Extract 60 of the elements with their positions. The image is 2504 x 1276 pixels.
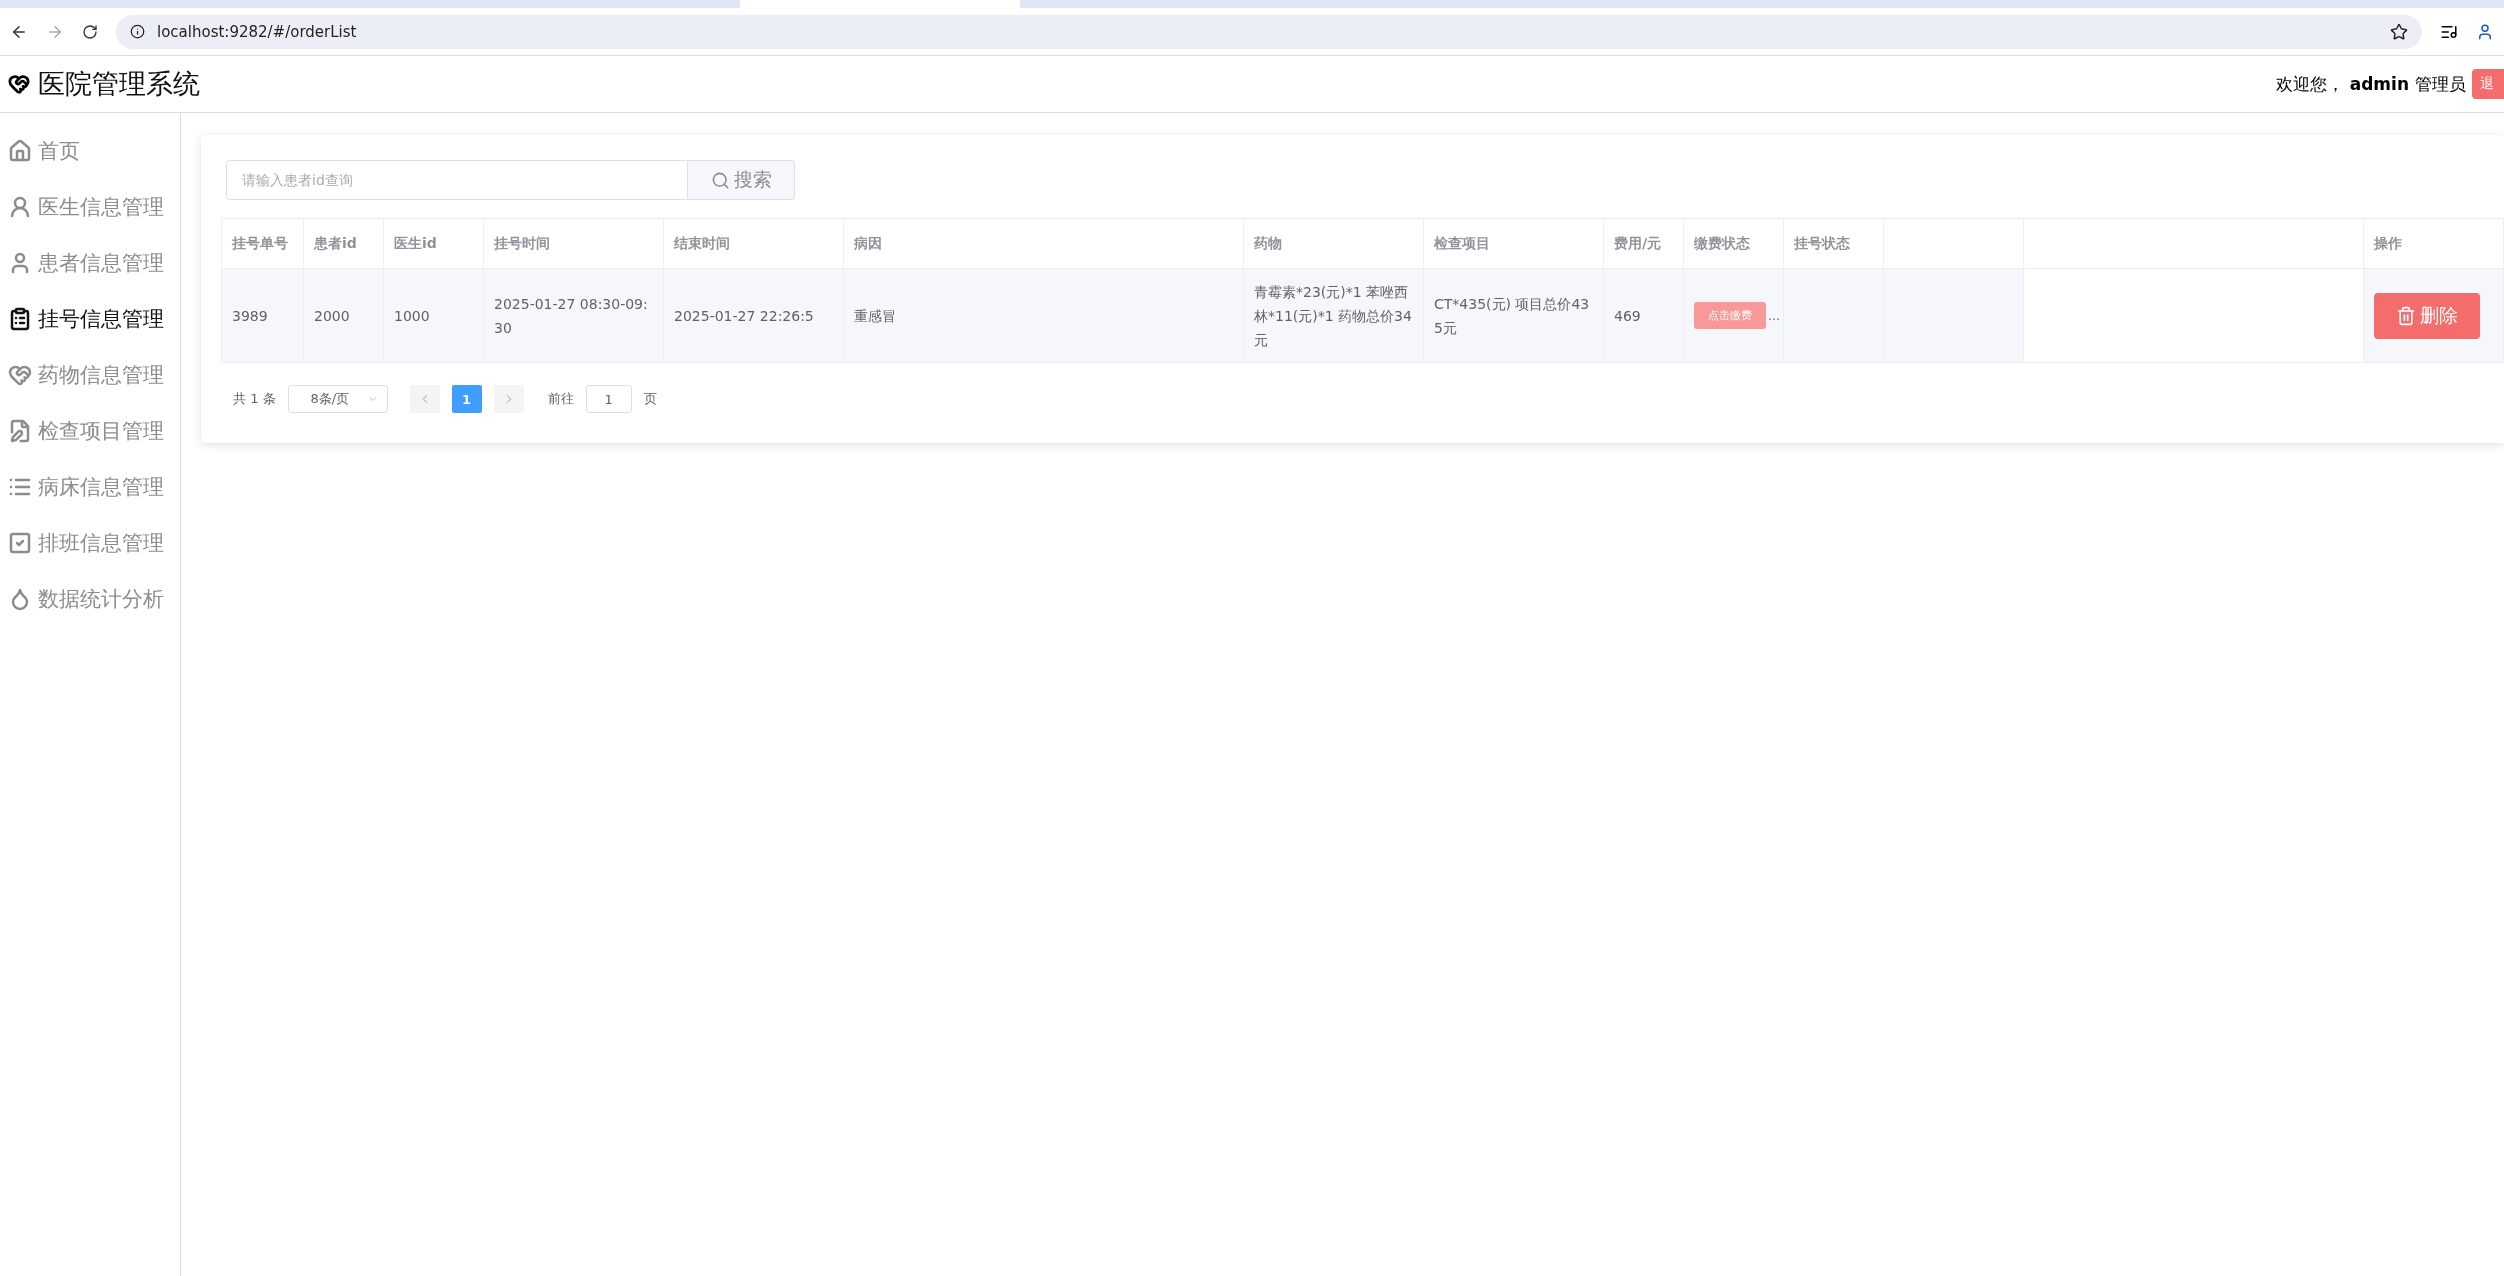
table-cell: CT*435(元) 项目总价435元 xyxy=(1424,269,1604,363)
page-size-select[interactable]: 8条/页 xyxy=(287,385,388,413)
search-field[interactable]: 请输入患者id查询 xyxy=(226,160,688,200)
user-role: 管理员 xyxy=(2415,72,2466,96)
table-cell: 2025-01-27 08:30-09:30 xyxy=(484,269,664,363)
column-header: 挂号时间 xyxy=(484,219,664,269)
url-text: localhost:9282/#/orderList xyxy=(157,22,357,41)
welcome-text: 欢迎您， xyxy=(2275,72,2344,96)
pay-button[interactable]: 点击缴费 xyxy=(1694,302,1766,329)
column-header: 检查项目 xyxy=(1424,219,1604,269)
app-title: 医院管理系统 xyxy=(38,67,200,101)
address-bar[interactable]: localhost:9282/#/orderList xyxy=(116,14,2422,49)
overflow-text: … xyxy=(1768,308,1780,323)
column-header: 挂号单号 xyxy=(222,219,304,269)
column-header: 操作 xyxy=(2364,219,2504,269)
trash-icon xyxy=(2396,305,2416,326)
goto-label: 前往 xyxy=(547,390,574,408)
page-input[interactable]: 1 xyxy=(585,385,632,413)
table-cell: 3989 xyxy=(222,269,304,363)
logo-icon xyxy=(8,73,30,95)
star-icon[interactable] xyxy=(2390,22,2408,41)
sidebar-item[interactable]: 数据统计分析 xyxy=(0,571,180,627)
delete-button[interactable]: 删除 xyxy=(2374,292,2480,339)
person-icon xyxy=(8,195,32,219)
reload-icon[interactable] xyxy=(82,23,98,40)
table-cell: 2000 xyxy=(304,269,384,363)
column-header: 医生id xyxy=(384,219,484,269)
table-cell: 青霉素*23(元)*1 苯唑西林*11(元)*1 药物总价34元 xyxy=(1244,269,1424,363)
search-button[interactable]: 搜索 xyxy=(688,160,795,200)
column-header: 缴费状态 xyxy=(1684,219,1784,269)
column-header: 患者id xyxy=(304,219,384,269)
total-count: 共 1 条 xyxy=(233,390,276,408)
user-name: admin xyxy=(2349,74,2409,94)
sidebar-item[interactable]: 病床信息管理 xyxy=(0,459,180,515)
column-header: 药物 xyxy=(1244,219,1424,269)
column-header: 病因 xyxy=(844,219,1244,269)
page-button[interactable]: 1 xyxy=(451,385,482,413)
profile-icon[interactable] xyxy=(2476,22,2494,41)
column-header: 挂号状态 xyxy=(1784,219,1884,269)
sidebar-item[interactable]: 首页 xyxy=(0,123,180,179)
clipboard-icon xyxy=(8,307,32,331)
sidebar-item[interactable]: 患者信息管理 xyxy=(0,235,180,291)
sidebar-item[interactable]: 排班信息管理 xyxy=(0,515,180,571)
checkbox-icon xyxy=(8,531,32,555)
sidebar-item[interactable]: 医生信息管理 xyxy=(0,179,180,235)
table-cell: 469 xyxy=(1604,269,1684,363)
column-header: 结束时间 xyxy=(664,219,844,269)
column-header: 费用/元 xyxy=(1604,219,1684,269)
page-unit: 页 xyxy=(643,390,657,408)
pen-file-icon xyxy=(8,419,32,443)
table-cell: 1000 xyxy=(384,269,484,363)
sidebar-item[interactable]: 药物信息管理 xyxy=(0,347,180,403)
info-icon[interactable] xyxy=(130,24,145,39)
table-cell: 重感冒 xyxy=(844,269,1244,363)
house-icon xyxy=(8,139,32,163)
search-icon xyxy=(710,170,730,190)
sidebar-item[interactable]: 挂号信息管理 xyxy=(0,291,180,347)
sidebar-item[interactable]: 检查项目管理 xyxy=(0,403,180,459)
table-cell: 2025-01-27 22:26:5 xyxy=(664,269,844,363)
logout-button[interactable]: 退 xyxy=(2472,69,2504,99)
